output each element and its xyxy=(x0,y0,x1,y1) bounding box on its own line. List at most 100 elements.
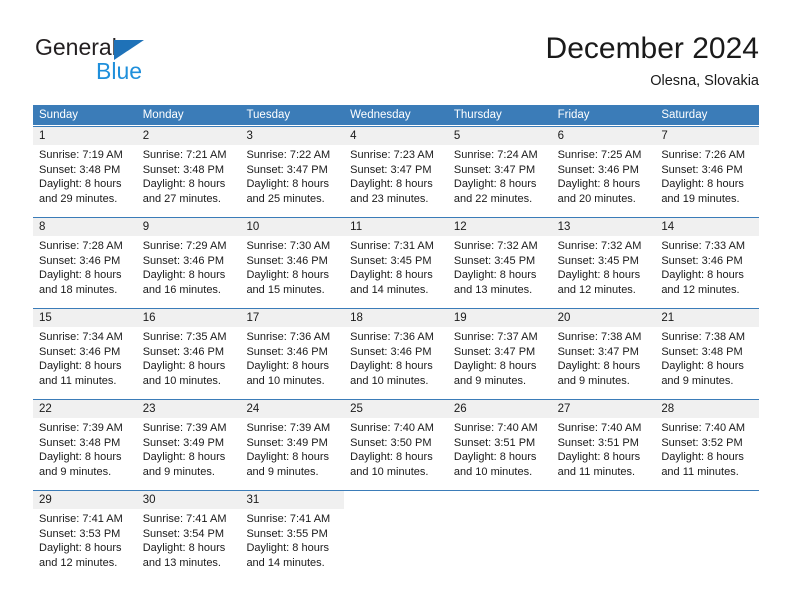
day-cell[interactable]: 7 Sunrise: 7:26 AM Sunset: 3:46 PM Daylight… xyxy=(655,127,760,209)
day-cell-empty xyxy=(447,491,552,573)
day-number xyxy=(551,491,656,509)
sunset-time: Sunset: 3:48 PM xyxy=(39,436,121,449)
day-number: 9 xyxy=(136,218,241,236)
day-cell[interactable]: 15 Sunrise: 7:34 AM Sunset: 3:46 PM Dayligh… xyxy=(33,309,137,391)
day-number: 29 xyxy=(33,491,137,509)
logo-text-blue: Blue xyxy=(96,58,143,84)
day-cell[interactable]: 20 Sunrise: 7:38 AM Sunset: 3:47 PM Dayligh… xyxy=(551,309,656,391)
daylight-duration-line1: Daylight: 8 hours xyxy=(350,269,433,282)
day-cell[interactable]: 1 Sunrise: 7:19 AM Sunset: 3:48 PM Daylight… xyxy=(33,127,137,209)
sunrise-time: Sunrise: 7:38 AM xyxy=(557,331,642,343)
weekday-header-saturday: Saturday xyxy=(661,109,708,121)
daylight-duration-line1: Daylight: 8 hours xyxy=(142,542,226,555)
daylight-duration-line1: Daylight: 8 hours xyxy=(142,451,226,464)
day-number xyxy=(344,491,448,509)
day-details: Sunrise: 7:19 AM Sunset: 3:48 PM Daylight:… xyxy=(33,145,137,206)
day-cell[interactable]: 4 Sunrise: 7:23 AM Sunset: 3:47 PM Daylight… xyxy=(344,127,448,209)
day-cell[interactable]: 14 Sunrise: 7:33 AM Sunset: 3:46 PM Dayligh… xyxy=(655,218,760,300)
day-cell[interactable]: 3 Sunrise: 7:22 AM Sunset: 3:47 PM Daylight… xyxy=(240,127,345,209)
day-details: Sunrise: 7:29 AM Sunset: 3:46 PM Daylight:… xyxy=(137,236,241,297)
day-details: Sunrise: 7:34 AM Sunset: 3:46 PM Daylight:… xyxy=(33,327,137,388)
sunrise-time: Sunrise: 7:36 AM xyxy=(350,331,434,343)
sunrise-time: Sunrise: 7:38 AM xyxy=(661,331,746,343)
logo-triangle-icon xyxy=(114,40,144,60)
calendar-week-row: 22 Sunrise: 7:39 AM Sunset: 3:48 PM Dayligh… xyxy=(33,399,760,482)
sunset-time: Sunset: 3:46 PM xyxy=(142,254,225,267)
day-cell[interactable]: 26 Sunrise: 7:40 AM Sunset: 3:51 PM Dayligh… xyxy=(447,400,552,482)
daylight-duration-line2: and 9 minutes. xyxy=(453,374,527,387)
daylight-duration-line1: Daylight: 8 hours xyxy=(39,269,122,282)
daylight-duration-line2: and 10 minutes. xyxy=(453,465,533,478)
day-cell[interactable]: 9 Sunrise: 7:29 AM Sunset: 3:46 PM Daylight… xyxy=(136,218,241,300)
sunset-time: Sunset: 3:47 PM xyxy=(350,163,432,176)
daylight-duration-line2: and 25 minutes. xyxy=(246,192,325,205)
day-cell[interactable]: 5 Sunrise: 7:24 AM Sunset: 3:47 PM Daylight… xyxy=(447,127,552,209)
day-cell[interactable]: 13 Sunrise: 7:32 AM Sunset: 3:45 PM Dayligh… xyxy=(551,218,656,300)
daylight-duration-line1: Daylight: 8 hours xyxy=(246,451,329,464)
day-cell[interactable]: 8 Sunrise: 7:28 AM Sunset: 3:46 PM Daylight… xyxy=(33,218,137,300)
day-cell[interactable]: 2 Sunrise: 7:21 AM Sunset: 3:48 PM Daylight… xyxy=(136,127,241,209)
sunset-time: Sunset: 3:45 PM xyxy=(557,254,639,267)
day-cell[interactable]: 31 Sunrise: 7:41 AM Sunset: 3:55 PM Dayligh… xyxy=(240,491,345,573)
day-cell[interactable]: 28 Sunrise: 7:40 AM Sunset: 3:52 PM Dayligh… xyxy=(655,400,760,482)
day-cell[interactable]: 19 Sunrise: 7:37 AM Sunset: 3:47 PM Dayligh… xyxy=(447,309,552,391)
daylight-duration-line1: Daylight: 8 hours xyxy=(661,269,744,282)
sunrise-time: Sunrise: 7:33 AM xyxy=(661,240,746,252)
daylight-duration-line2: and 13 minutes. xyxy=(453,283,533,296)
day-number: 30 xyxy=(136,491,241,509)
day-number: 27 xyxy=(551,400,656,418)
day-cell[interactable]: 29 Sunrise: 7:41 AM Sunset: 3:53 PM Dayligh… xyxy=(33,491,137,573)
day-details: Sunrise: 7:28 AM Sunset: 3:46 PM Daylight:… xyxy=(33,236,137,297)
day-cell[interactable]: 23 Sunrise: 7:39 AM Sunset: 3:49 PM Dayligh… xyxy=(136,400,241,482)
day-cell[interactable]: 11 Sunrise: 7:31 AM Sunset: 3:45 PM Dayligh… xyxy=(344,218,448,300)
daylight-duration-line1: Daylight: 8 hours xyxy=(453,178,537,191)
day-cell[interactable]: 30 Sunrise: 7:41 AM Sunset: 3:54 PM Dayligh… xyxy=(136,491,241,573)
daylight-duration-line2: and 23 minutes. xyxy=(350,192,429,205)
day-cell[interactable]: 17 Sunrise: 7:36 AM Sunset: 3:46 PM Dayligh… xyxy=(240,309,345,391)
day-cell-empty xyxy=(551,491,656,573)
daylight-duration-line2: and 9 minutes. xyxy=(246,465,319,478)
daylight-duration-line2: and 9 minutes. xyxy=(142,465,215,478)
daylight-duration-line2: and 10 minutes. xyxy=(350,465,429,478)
day-cell[interactable]: 6 Sunrise: 7:25 AM Sunset: 3:46 PM Daylight… xyxy=(551,127,656,209)
day-cell[interactable]: 27 Sunrise: 7:40 AM Sunset: 3:51 PM Dayligh… xyxy=(551,400,656,482)
day-number: 12 xyxy=(447,218,552,236)
day-cell[interactable]: 25 Sunrise: 7:40 AM Sunset: 3:50 PM Dayligh… xyxy=(344,400,448,482)
daylight-duration-line1: Daylight: 8 hours xyxy=(453,269,537,282)
day-number: 15 xyxy=(33,309,137,327)
sunset-time: Sunset: 3:46 PM xyxy=(661,254,743,267)
day-cell[interactable]: 12 Sunrise: 7:32 AM Sunset: 3:45 PM Dayligh… xyxy=(447,218,552,300)
sunrise-time: Sunrise: 7:40 AM xyxy=(453,422,538,434)
sunset-time: Sunset: 3:47 PM xyxy=(453,345,536,358)
day-cell[interactable]: 24 Sunrise: 7:39 AM Sunset: 3:49 PM Dayligh… xyxy=(240,400,345,482)
day-cell[interactable]: 16 Sunrise: 7:35 AM Sunset: 3:46 PM Dayligh… xyxy=(136,309,241,391)
day-cell[interactable]: 22 Sunrise: 7:39 AM Sunset: 3:48 PM Dayligh… xyxy=(33,400,137,482)
day-details: Sunrise: 7:21 AM Sunset: 3:48 PM Daylight:… xyxy=(137,145,241,206)
sunrise-time: Sunrise: 7:39 AM xyxy=(39,422,123,434)
sunset-time: Sunset: 3:52 PM xyxy=(661,436,743,449)
day-number: 8 xyxy=(33,218,137,236)
title-block: December 2024 Olesna, Slovakia xyxy=(546,30,759,91)
day-number: 7 xyxy=(655,127,760,145)
sunrise-time: Sunrise: 7:29 AM xyxy=(142,240,227,252)
sunrise-time: Sunrise: 7:32 AM xyxy=(557,240,642,252)
day-details xyxy=(448,509,552,512)
sunrise-time: Sunrise: 7:24 AM xyxy=(453,149,538,161)
day-details: Sunrise: 7:24 AM Sunset: 3:47 PM Daylight:… xyxy=(448,145,552,206)
sunset-time: Sunset: 3:49 PM xyxy=(142,436,225,449)
day-details: Sunrise: 7:39 AM Sunset: 3:49 PM Daylight:… xyxy=(137,418,241,479)
sunrise-time: Sunrise: 7:36 AM xyxy=(246,331,331,343)
daylight-duration-line2: and 16 minutes. xyxy=(142,283,221,296)
general-blue-logo[interactable]: General Blue xyxy=(33,34,223,92)
day-details: Sunrise: 7:32 AM Sunset: 3:45 PM Daylight:… xyxy=(448,236,552,297)
day-details: Sunrise: 7:41 AM Sunset: 3:53 PM Daylight:… xyxy=(33,509,137,570)
day-cell[interactable]: 18 Sunrise: 7:36 AM Sunset: 3:46 PM Dayligh… xyxy=(344,309,448,391)
day-cell-empty xyxy=(655,491,760,573)
day-cell[interactable]: 10 Sunrise: 7:30 AM Sunset: 3:46 PM Dayligh… xyxy=(240,218,345,300)
day-number: 24 xyxy=(240,400,345,418)
sunrise-time: Sunrise: 7:34 AM xyxy=(39,331,123,343)
day-cell[interactable]: 21 Sunrise: 7:38 AM Sunset: 3:48 PM Dayligh… xyxy=(655,309,760,391)
day-details: Sunrise: 7:40 AM Sunset: 3:51 PM Daylight:… xyxy=(552,418,656,479)
day-number: 25 xyxy=(344,400,448,418)
sunrise-time: Sunrise: 7:41 AM xyxy=(142,513,227,525)
